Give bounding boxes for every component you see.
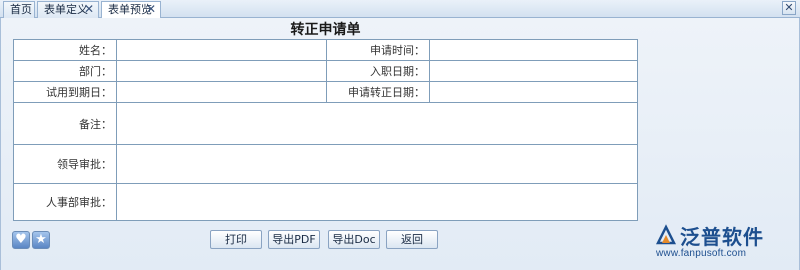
tab-home-label: 首页 [10,3,32,16]
field-label-probation-end: 试用到期日： [13,81,117,103]
join-date-field[interactable] [429,60,638,82]
apply-time-field[interactable] [429,39,638,61]
export-pdf-button[interactable]: 导出PDF [268,230,320,249]
table-row: 领导审批： [13,144,638,184]
logo-url: www.fanpusoft.com [656,248,747,259]
field-label-leader-approval: 领导审批： [13,144,117,184]
form-table: 姓名： 申请时间： 部门： 入职日期： 试用到期日： 申请转正日期： 备注： 领… [13,39,638,221]
tab-home[interactable]: 首页 [3,1,35,18]
department-field[interactable] [116,60,327,82]
logo-icon [655,224,677,245]
field-label-hr-approval: 人事部审批： [13,183,117,221]
hr-approval-field[interactable] [116,183,638,221]
tab-form-preview[interactable]: 表单预览 ✕ [101,1,161,19]
heart-icon[interactable]: ♥ [12,231,30,249]
tab-bar: 首页 表单定义 ✕ 表单预览 ✕ ✕ [0,0,800,19]
field-label-name: 姓名： [13,39,117,61]
logo-name: 泛普软件 [680,225,764,249]
table-row: 试用到期日： 申请转正日期： [13,81,638,103]
field-label-remarks: 备注： [13,102,117,145]
close-icon[interactable]: ✕ [146,2,156,17]
back-button[interactable]: 返回 [386,230,438,249]
star-icon[interactable]: ★ [32,231,50,249]
form-title: 转正申请单 [290,22,361,38]
leader-approval-field[interactable] [116,144,638,184]
export-doc-button[interactable]: 导出Doc [328,230,380,249]
field-label-regular-date: 申请转正日期： [326,81,430,103]
table-row: 部门： 入职日期： [13,60,638,82]
tab-form-definition[interactable]: 表单定义 ✕ [37,1,99,18]
name-field[interactable] [116,39,327,61]
table-row: 姓名： 申请时间： [13,39,638,61]
probation-end-field[interactable] [116,81,327,103]
tab-form-definition-label: 表单定义 [44,3,88,16]
table-row: 人事部审批： [13,183,638,221]
field-label-apply-time: 申请时间： [326,39,430,61]
window-close-button[interactable]: ✕ [782,1,796,15]
close-icon[interactable]: ✕ [84,2,94,17]
field-label-join-date: 入职日期： [326,60,430,82]
regular-date-field[interactable] [429,81,638,103]
logo: 泛普软件 www.fanpusoft.com [654,221,784,261]
field-label-department: 部门： [13,60,117,82]
print-button[interactable]: 打印 [210,230,262,249]
remarks-field[interactable] [116,102,638,145]
table-row: 备注： [13,102,638,145]
